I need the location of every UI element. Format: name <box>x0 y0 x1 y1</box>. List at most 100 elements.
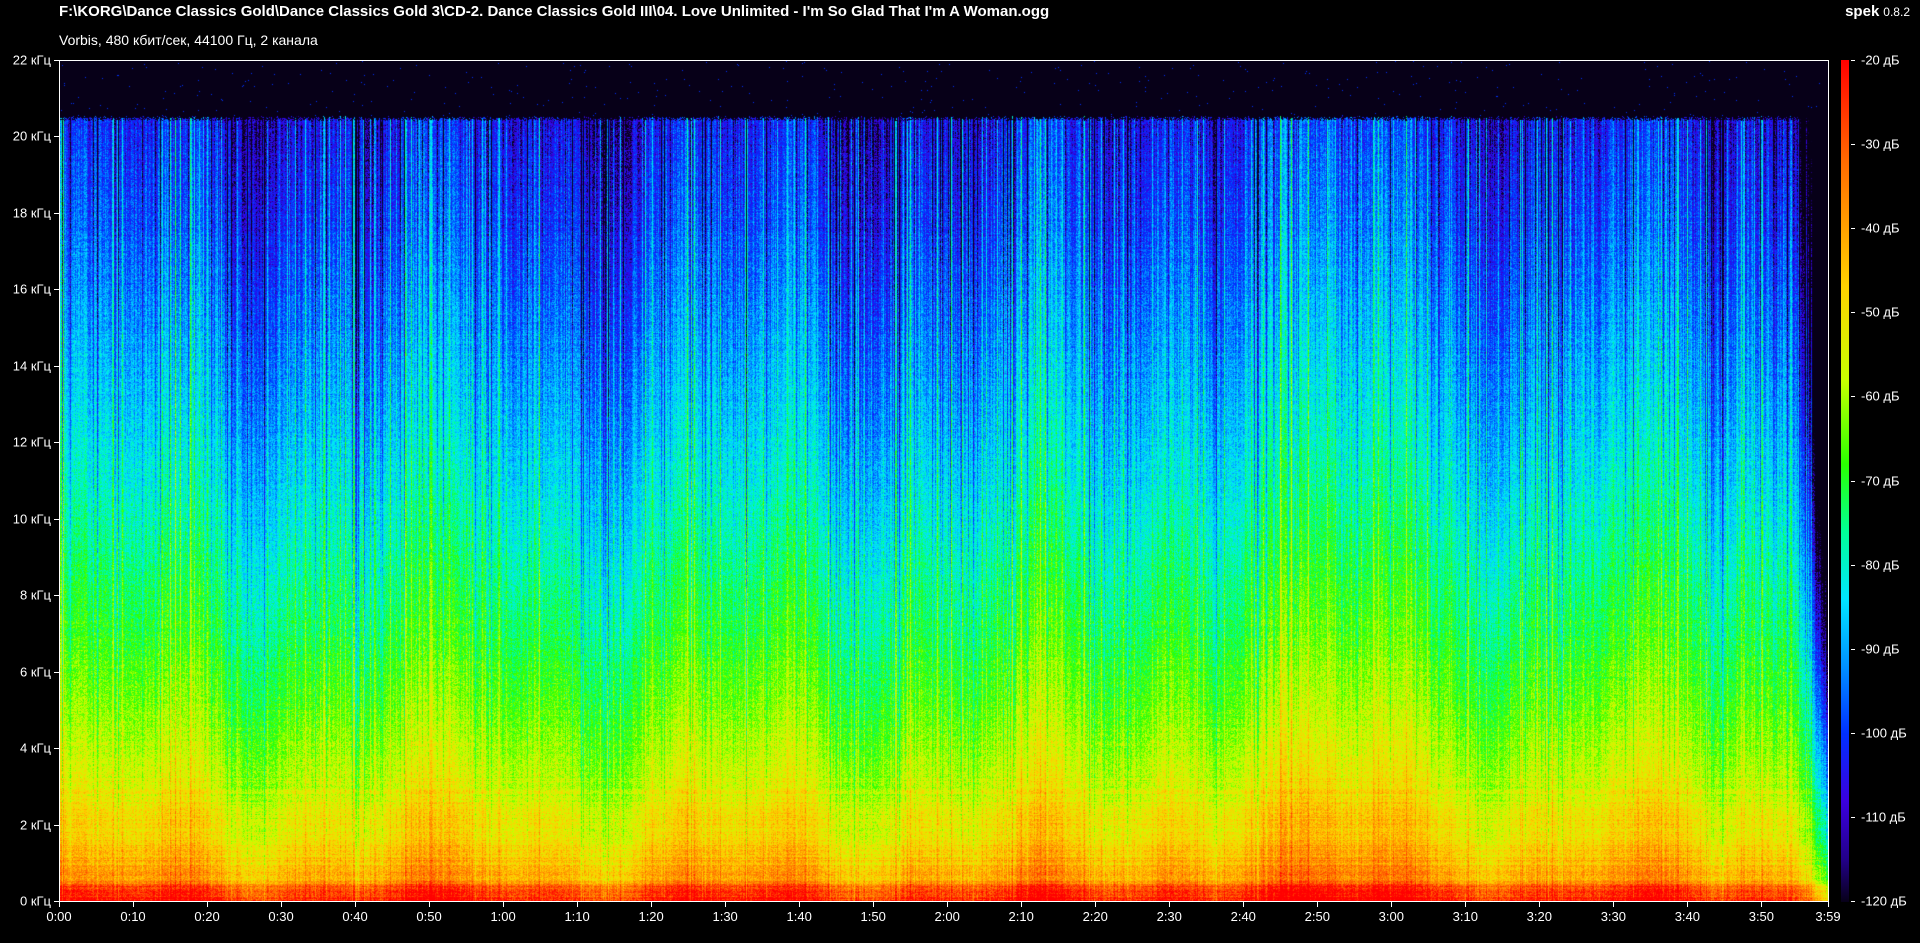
db-colorbar <box>1841 60 1849 902</box>
colorbar-tick-label: -60 дБ <box>1861 388 1900 404</box>
colorbar-tick-mark <box>1851 396 1855 397</box>
x-tick-label: 3:20 <box>1526 909 1552 924</box>
colorbar-tick-mark <box>1851 565 1855 566</box>
x-tick-mark <box>503 902 504 907</box>
x-tick-label: 3:59 <box>1815 909 1841 924</box>
colorbar-tick-mark <box>1851 60 1855 61</box>
x-tick-mark <box>1539 902 1540 907</box>
x-tick-mark <box>1243 902 1244 907</box>
x-tick-mark <box>1169 902 1170 907</box>
x-tick-mark <box>1095 902 1096 907</box>
y-tick-mark <box>54 595 59 596</box>
y-tick-mark <box>54 136 59 137</box>
x-tick-label: 1:00 <box>490 909 516 924</box>
app-name: spek <box>1845 3 1880 20</box>
y-tick-label: 0 кГц <box>19 893 51 909</box>
colorbar-tick-label: -20 дБ <box>1861 52 1900 68</box>
y-tick-label: 14 кГц <box>12 358 51 374</box>
x-tick-label: 0:40 <box>342 909 368 924</box>
colorbar-tick-label: -120 дБ <box>1861 893 1907 909</box>
y-tick-mark <box>54 442 59 443</box>
x-tick-label: 2:30 <box>1156 909 1182 924</box>
x-tick-label: 2:40 <box>1230 909 1256 924</box>
colorbar-tick-mark <box>1851 817 1855 818</box>
x-tick-label: 0:10 <box>120 909 146 924</box>
colorbar-tick-label: -80 дБ <box>1861 557 1900 573</box>
colorbar-tick-mark <box>1851 649 1855 650</box>
x-tick-label: 0:30 <box>268 909 294 924</box>
x-tick-mark <box>725 902 726 907</box>
y-tick-mark <box>54 213 59 214</box>
x-tick-mark <box>1317 902 1318 907</box>
x-tick-label: 2:50 <box>1304 909 1330 924</box>
x-tick-mark <box>281 902 282 907</box>
colorbar-tick-label: -110 дБ <box>1861 809 1906 825</box>
x-tick-label: 2:00 <box>934 909 960 924</box>
y-tick-mark <box>54 748 59 749</box>
x-tick-label: 1:20 <box>638 909 664 924</box>
x-tick-mark <box>799 902 800 907</box>
app-version: 0.8.2 <box>1883 5 1910 19</box>
x-tick-label: 0:50 <box>416 909 442 924</box>
y-tick-mark <box>54 825 59 826</box>
y-tick-label: 2 кГц <box>19 817 51 833</box>
x-tick-mark <box>1391 902 1392 907</box>
x-tick-mark <box>133 902 134 907</box>
x-tick-mark <box>1021 902 1022 907</box>
y-tick-label: 18 кГц <box>12 205 51 221</box>
y-tick-label: 4 кГц <box>19 740 51 756</box>
y-tick-label: 12 кГц <box>12 434 51 450</box>
colorbar-tick-mark <box>1851 144 1855 145</box>
colorbar-tick-label: -50 дБ <box>1861 304 1900 320</box>
colorbar-tick-label: -70 дБ <box>1861 473 1900 488</box>
colorbar-tick-label: -40 дБ <box>1861 220 1900 236</box>
y-tick-mark <box>54 519 59 520</box>
x-tick-mark <box>1828 902 1829 907</box>
y-tick-label: 8 кГц <box>19 587 51 603</box>
x-tick-mark <box>355 902 356 907</box>
colorbar-tick-mark <box>1851 228 1855 229</box>
y-tick-label: 22 кГц <box>12 52 51 68</box>
y-tick-label: 10 кГц <box>12 511 51 527</box>
x-tick-label: 1:50 <box>860 909 886 924</box>
y-tick-mark <box>54 60 59 61</box>
x-tick-mark <box>1687 902 1688 907</box>
colorbar-tick-mark <box>1851 312 1855 313</box>
colorbar-tick-mark <box>1851 901 1855 902</box>
file-info: Vorbis, 480 кбит/сек, 44100 Гц, 2 канала <box>59 32 318 48</box>
y-tick-label: 6 кГц <box>19 664 51 680</box>
y-tick-mark <box>54 672 59 673</box>
x-tick-mark <box>1465 902 1466 907</box>
x-tick-mark <box>873 902 874 907</box>
x-tick-label: 3:00 <box>1378 909 1404 924</box>
x-tick-mark <box>577 902 578 907</box>
spectrogram-plot <box>59 60 1829 902</box>
x-tick-label: 2:10 <box>1008 909 1034 924</box>
x-tick-mark <box>59 902 60 907</box>
x-tick-label: 3:50 <box>1748 909 1775 924</box>
colorbar-tick-mark <box>1851 733 1855 734</box>
y-tick-mark <box>54 289 59 290</box>
x-tick-mark <box>207 902 208 907</box>
y-tick-label: 20 кГц <box>12 128 51 144</box>
app-brand: spek 0.8.2 <box>1845 3 1910 21</box>
colorbar-tick-label: -30 дБ <box>1861 136 1900 152</box>
colorbar-tick-label: -100 дБ <box>1861 725 1907 741</box>
x-tick-label: 2:20 <box>1082 909 1108 924</box>
x-tick-label: 0:00 <box>46 909 72 924</box>
spectrogram-image <box>60 61 1828 901</box>
y-tick-label: 16 кГц <box>12 281 51 297</box>
x-tick-label: 1:10 <box>564 909 590 924</box>
spek-window: F:\KORG\Dance Classics Gold\Dance Classi… <box>0 0 1920 943</box>
x-tick-label: 3:30 <box>1600 909 1626 924</box>
x-tick-label: 3:10 <box>1452 909 1478 924</box>
x-tick-label: 0:20 <box>194 909 220 924</box>
x-tick-mark <box>651 902 652 907</box>
x-tick-mark <box>1761 902 1762 907</box>
x-tick-mark <box>1613 902 1614 907</box>
x-tick-mark <box>429 902 430 907</box>
x-tick-label: 1:30 <box>712 909 738 924</box>
file-path-title: F:\KORG\Dance Classics Gold\Dance Classi… <box>59 3 1050 20</box>
x-tick-label: 3:40 <box>1674 909 1701 924</box>
colorbar-tick-mark <box>1851 481 1855 482</box>
